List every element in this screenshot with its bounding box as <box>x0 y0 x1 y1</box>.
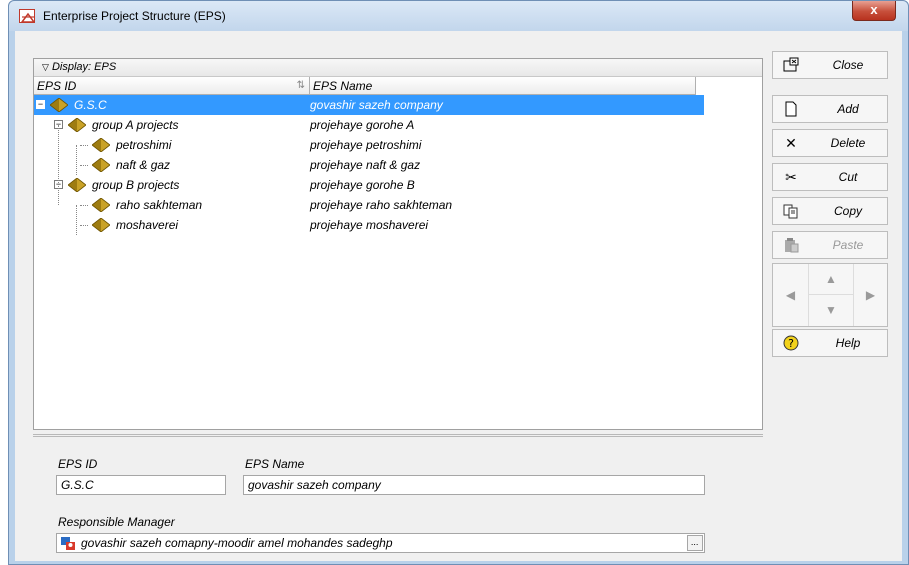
tree-connector <box>80 145 88 146</box>
eps-name-cell: projehaye gorohe B <box>310 178 415 192</box>
display-bar[interactable]: ▽ Display: EPS <box>34 59 762 77</box>
tree-row[interactable]: naft & gaz projehaye naft & gaz <box>34 155 704 175</box>
close-button-label: Close <box>832 58 864 72</box>
tree-connector <box>76 205 77 235</box>
eps-node-icon <box>92 198 110 212</box>
responsible-manager-value: govashir sazeh comapny-moodir amel mohan… <box>81 536 393 550</box>
tree-connector <box>58 125 59 205</box>
eps-id-cell: G.S.C <box>74 98 107 112</box>
add-button[interactable]: Add <box>772 95 888 123</box>
eps-node-icon <box>68 118 86 132</box>
tree-row[interactable]: moshaverei projehaye moshaverei <box>34 215 704 235</box>
detail-panel: EPS ID G.S.C EPS Name govashir sazeh com… <box>33 434 763 561</box>
arrow-up-icon: ▲ <box>825 272 837 286</box>
eps-window: Enterprise Project Structure (EPS) x ▽ D… <box>8 0 909 565</box>
eps-name-field[interactable]: govashir sazeh company <box>243 475 705 495</box>
collapse-toggle-icon[interactable]: − <box>36 100 45 109</box>
help-button[interactable]: ? Help <box>772 329 888 357</box>
window-title: Enterprise Project Structure (EPS) <box>43 9 226 23</box>
column-header-label: EPS Name <box>313 79 373 93</box>
paste-clipboard-icon <box>783 237 799 253</box>
sort-icon: ⇅ <box>296 80 305 91</box>
tree-connector <box>76 145 77 175</box>
eps-id-cell: raho sakhteman <box>116 198 203 212</box>
app-icon <box>19 9 35 23</box>
move-down-button[interactable]: ▼ <box>809 295 853 326</box>
close-window-icon <box>783 57 799 73</box>
display-label: Display: EPS <box>51 61 117 73</box>
arrow-down-icon: ▼ <box>825 303 837 317</box>
eps-tree-grid: ▽ Display: EPS EPS ID ⇅ EPS Name − G.S.C g… <box>33 58 763 430</box>
scissors-icon: ✂ <box>785 169 797 185</box>
paste-button[interactable]: Paste <box>772 231 888 259</box>
eps-name-cell: projehaye naft & gaz <box>310 158 421 172</box>
eps-node-icon <box>50 98 68 112</box>
tree-connector <box>80 225 88 226</box>
title-bar: Enterprise Project Structure (EPS) x <box>9 1 908 31</box>
eps-id-cell: naft & gaz <box>116 158 171 172</box>
column-header-label: EPS ID <box>37 79 77 93</box>
tree-row[interactable]: − G.S.C govashir sazeh company <box>34 95 704 115</box>
eps-id-label: EPS ID <box>58 457 98 471</box>
move-right-button[interactable]: ▶ <box>853 264 887 326</box>
eps-node-icon <box>92 138 110 152</box>
eps-id-field[interactable]: G.S.C <box>56 475 226 495</box>
arrow-right-icon: ▶ <box>865 288 876 302</box>
eps-id-cell: group B projects <box>92 178 180 192</box>
cut-button[interactable]: ✂ Cut <box>772 163 888 191</box>
eps-name-cell: govashir sazeh company <box>310 98 443 112</box>
column-header-eps-name[interactable]: EPS Name <box>310 77 696 95</box>
add-button-label: Add <box>837 102 859 116</box>
tree-row[interactable]: − group A projects projehaye gorohe A <box>34 115 704 135</box>
eps-name-cell: projehaye gorohe A <box>310 118 415 132</box>
arrow-left-icon: ◀ <box>785 288 796 302</box>
help-icon: ? <box>783 335 799 351</box>
window-close-button[interactable]: x <box>852 1 896 21</box>
eps-id-cell: moshaverei <box>116 218 179 232</box>
delete-button-label: Delete <box>830 136 866 150</box>
eps-name-cell: projehaye raho sakhteman <box>310 198 453 212</box>
tree-row[interactable]: − group B projects projehaye gorohe B <box>34 175 704 195</box>
browse-button[interactable]: ... <box>687 535 703 551</box>
svg-text:?: ? <box>788 337 794 350</box>
eps-node-icon <box>92 218 110 232</box>
eps-name-cell: projehaye petroshimi <box>310 138 422 152</box>
chevron-down-icon: ▽ <box>42 62 49 72</box>
eps-node-icon <box>68 178 86 192</box>
column-header-eps-id[interactable]: EPS ID ⇅ <box>34 77 310 95</box>
move-left-button[interactable]: ◀ <box>773 264 809 326</box>
tree-connector <box>80 165 88 166</box>
help-button-label: Help <box>835 336 861 350</box>
responsible-manager-label: Responsible Manager <box>58 515 175 529</box>
delete-x-icon: ✕ <box>785 135 797 151</box>
responsible-manager-field[interactable]: govashir sazeh comapny-moodir amel mohan… <box>56 533 705 553</box>
eps-id-cell: petroshimi <box>116 138 172 152</box>
cut-button-label: Cut <box>838 170 858 184</box>
tree-row[interactable]: raho sakhteman projehaye raho sakhteman <box>34 195 704 215</box>
tree-row[interactable]: petroshimi projehaye petroshimi <box>34 135 704 155</box>
copy-icon <box>783 203 799 219</box>
move-up-button[interactable]: ▲ <box>809 264 853 295</box>
client-area: ▽ Display: EPS EPS ID ⇅ EPS Name − G.S.C g… <box>15 31 902 561</box>
copy-button[interactable]: Copy <box>772 197 888 225</box>
paste-button-label: Paste <box>832 238 864 252</box>
move-arrows: ◀ ▲ ▼ ▶ <box>772 263 888 327</box>
copy-button-label: Copy <box>833 204 862 218</box>
eps-node-icon <box>92 158 110 172</box>
eps-id-cell: group A projects <box>92 118 179 132</box>
new-document-icon <box>783 101 799 117</box>
close-button[interactable]: Close <box>772 51 888 79</box>
eps-name-cell: projehaye moshaverei <box>310 218 429 232</box>
tree-connector <box>80 205 88 206</box>
eps-name-label: EPS Name <box>245 457 305 471</box>
manager-icon <box>61 537 75 550</box>
delete-button[interactable]: ✕ Delete <box>772 129 888 157</box>
